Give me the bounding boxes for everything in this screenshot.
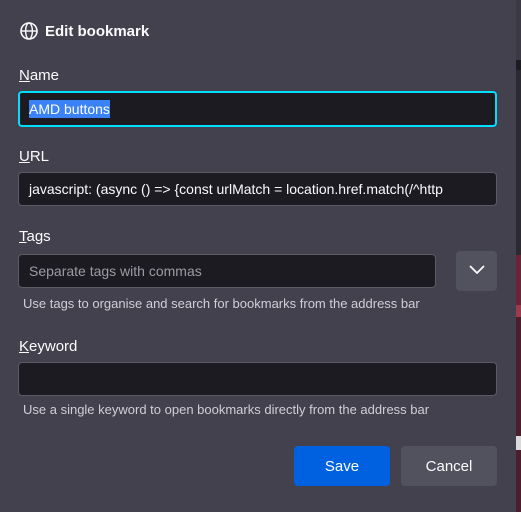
name-label-rest: ame <box>29 67 60 84</box>
tags-dropdown-button[interactable] <box>456 251 497 291</box>
url-label-accel: U <box>19 148 30 165</box>
name-label-accel: N <box>19 67 30 84</box>
dialog-header: Edit bookmark <box>19 20 149 42</box>
background-page-edge <box>516 0 521 512</box>
tags-field-placeholder: Separate tags with commas <box>29 263 202 279</box>
edit-bookmark-panel: Edit bookmark Name AMD buttons URL javas… <box>0 0 516 512</box>
tags-label-rest: ags <box>26 228 51 245</box>
url-label-rest: RL <box>29 148 50 165</box>
name-field[interactable]: AMD buttons <box>18 91 497 127</box>
tags-help-text: Use tags to organise and search for book… <box>23 296 420 311</box>
tags-label: Tags <box>19 228 51 245</box>
name-label: Name <box>19 67 59 84</box>
url-field-value: javascript: (async () => {const urlMatch… <box>29 181 443 197</box>
tags-field[interactable]: Separate tags with commas <box>18 254 436 288</box>
dialog-title: Edit bookmark <box>45 22 150 40</box>
keyword-field[interactable] <box>18 362 497 396</box>
url-label: URL <box>19 148 49 165</box>
cancel-button[interactable]: Cancel <box>401 446 497 486</box>
globe-icon <box>19 21 39 41</box>
keyword-label-accel: K <box>19 338 30 355</box>
chevron-down-icon <box>469 262 485 280</box>
url-field[interactable]: javascript: (async () => {const urlMatch… <box>18 172 497 206</box>
keyword-label-rest: eyword <box>29 338 78 355</box>
tags-label-accel: T <box>19 228 27 245</box>
name-field-value: AMD buttons <box>29 100 110 118</box>
save-button[interactable]: Save <box>294 446 390 486</box>
keyword-help-text: Use a single keyword to open bookmarks d… <box>23 402 430 417</box>
keyword-label: Keyword <box>19 338 77 355</box>
